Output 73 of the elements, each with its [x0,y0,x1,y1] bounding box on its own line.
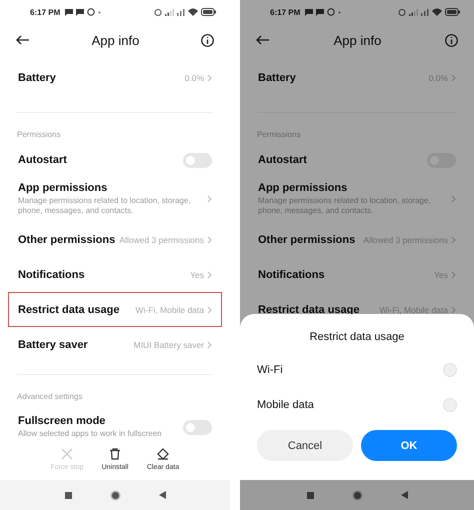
status-time: 6:17 PM [30,8,60,16]
setting-description: Manage permissions related to location, storage, phone, messages, and contacts. [18,196,192,216]
battery-icon [445,8,460,16]
recents-icon[interactable] [64,492,72,498]
back-arrow-icon[interactable] [16,35,30,45]
cancel-button[interactable]: Cancel [257,430,353,461]
setting-label: Autostart [258,154,307,166]
option-label: Mobile data [257,398,314,410]
dot-icon [98,10,102,14]
setting-label: Restrict data usage [18,304,120,316]
setting-label: Restrict data usage [258,304,360,316]
toggle-switch[interactable] [183,420,212,434]
toggle-switch[interactable] [183,152,212,168]
info-icon[interactable] [200,34,214,46]
status-time: 6:17 PM [270,8,300,16]
setting-value: MIUI Battery saver [134,340,204,350]
home-icon[interactable] [352,490,362,500]
radio-button[interactable] [443,362,457,376]
chevron-icon [451,236,456,244]
setting-label: Fullscreen mode [18,415,106,428]
signal-icon [421,8,429,16]
setting-value: Wi-Fi, Mobile data [136,304,204,314]
setting-description: Allow selected apps to work in fullscreen [18,429,162,439]
back-icon[interactable] [400,491,408,499]
setting-label: Battery [18,72,56,84]
chevron-icon [207,306,212,314]
wifi-icon [432,8,442,16]
section-heading: Advanced settings [17,391,84,403]
setting-label: App permissions [258,182,348,194]
setting-label: Other permissions [18,234,114,246]
setting-label: Battery [258,72,296,84]
chevron-icon [207,270,212,278]
screen-title: App info [334,32,382,48]
setting-label: Battery saver [18,338,88,350]
chevron-icon [451,194,456,202]
highlighted-setting-row[interactable]: Restrict data usage Wi-Fi, Mobile data [8,292,222,327]
chevron-icon [451,74,456,82]
back-arrow-icon[interactable] [256,35,270,45]
setting-label: Notifications [18,268,85,280]
sheet-title: Restrict data usage [308,330,406,345]
setting-description: Manage permissions related to location, storage, phone, messages, and contacts. [258,196,432,216]
battery-icon [201,8,216,16]
chevron-icon [451,270,456,278]
chevron-icon [207,340,212,348]
setting-label: App permissions [18,182,108,194]
setting-label: Notifications [258,268,325,280]
eraser-icon [157,448,169,460]
section-heading: Permissions [257,129,302,141]
trash-icon [109,448,121,460]
option-label: Wi-Fi [257,364,283,376]
radio-button[interactable] [443,398,457,412]
setting-value: Yes [190,270,204,280]
setting-value: 0.0% [184,73,204,83]
info-icon[interactable] [444,34,458,46]
dot-icon [338,10,342,14]
home-icon[interactable] [110,490,120,500]
setting-label: Other permissions [258,234,356,246]
back-icon[interactable] [158,491,166,499]
chevron-icon [207,236,212,244]
signal-icon [409,8,418,16]
ok-button[interactable]: OK [361,430,457,461]
screen-title: App info [92,32,140,48]
section-heading: Permissions [17,129,62,141]
setting-label: Autostart [18,154,67,166]
setting-value: Allowed 3 permissions [119,234,204,244]
signal-icon [165,8,174,16]
recents-icon[interactable] [306,492,314,498]
chevron-icon [451,306,456,314]
chevron-icon [207,194,212,202]
wifi-icon [188,8,198,16]
signal-icon [177,8,185,16]
close-icon [61,448,73,460]
chevron-icon [207,74,212,82]
